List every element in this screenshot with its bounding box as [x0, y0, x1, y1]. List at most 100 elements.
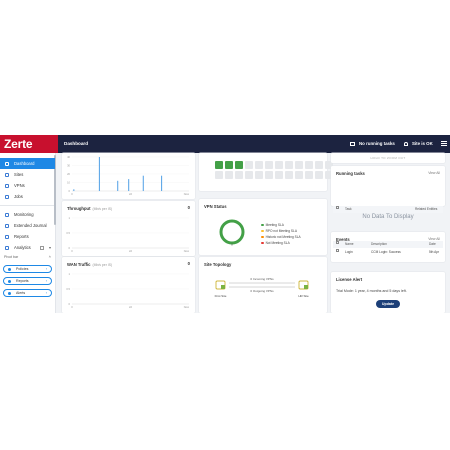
tasks-icon [350, 141, 355, 146]
dashboard-icon [5, 161, 9, 166]
column-header[interactable]: Related Entities [415, 206, 437, 213]
site-topology-diagram: 0 Incoming VPNs 0 Outgoing VPNs First Si… [215, 277, 309, 298]
table-row[interactable]: Login CCM Login: Success 5th Apr [333, 249, 443, 256]
hr-site-badge [304, 285, 308, 289]
site-status-square[interactable] [245, 171, 253, 179]
alerts-icon [8, 292, 11, 295]
bar [142, 175, 144, 191]
pivot-bar-label[interactable]: Pivot bar ˄ [0, 253, 55, 261]
column-header[interactable]: Name [345, 241, 354, 248]
sidebar-item-label: Jobs [14, 194, 23, 199]
event-date: 5th Apr [429, 250, 440, 254]
site-status-square[interactable] [315, 171, 323, 179]
sidebar-item-reports[interactable]: Reports [0, 231, 55, 242]
sidebar-item-analytics[interactable]: Analytics ▾ [0, 242, 55, 253]
first-site-label: First Site [215, 294, 227, 298]
site-status-square[interactable] [295, 161, 303, 169]
map-card[interactable]: HOLD TO ZOOM OUT [331, 153, 445, 163]
site-status-square[interactable] [315, 161, 323, 169]
outgoing-vpn-label: 0 Outgoing VPNs [250, 289, 274, 293]
site-status-square[interactable] [215, 161, 223, 169]
site-status-square[interactable] [285, 161, 293, 169]
running-tasks-title: Running tasks [336, 171, 365, 176]
update-license-button[interactable]: Update [376, 300, 400, 308]
tasks-label: No running tasks [359, 141, 395, 146]
chevron-right-icon: › [45, 279, 47, 283]
legend-label: Historic not Meeting SLA [265, 235, 301, 239]
reports-icon [8, 280, 11, 283]
external-link-icon [40, 245, 44, 250]
legend-label: Meeting SLA [265, 223, 284, 227]
sidebar-item-sites[interactable]: Sites [0, 169, 55, 180]
site-status-square[interactable] [265, 161, 273, 169]
sidebar-item-jobs[interactable]: Jobs [0, 191, 55, 202]
vpn-status-donut[interactable]: 0 [217, 217, 247, 247]
wan-traffic-chart: 10.500 2d Now [66, 272, 189, 309]
sidebar-divider [0, 205, 55, 206]
pill-alerts[interactable]: Alerts › [3, 289, 52, 297]
site-status-square[interactable] [255, 161, 263, 169]
site-status-square[interactable] [255, 171, 263, 179]
monitoring-icon [5, 212, 9, 217]
vpn-donut-ring [219, 219, 245, 245]
throughput-chart: 10.500 2d Now [66, 216, 189, 253]
y-tick-label: 30 [67, 164, 70, 168]
sidebar-item-monitoring[interactable]: Monitoring [0, 209, 55, 220]
site-topology-card: Site Topology 0 Incoming VPNs 0 Outgoing… [199, 257, 327, 313]
site-status-square[interactable] [265, 171, 273, 179]
sidebar-item-label: Monitoring [14, 212, 34, 217]
site-status-square[interactable] [225, 171, 233, 179]
x-tick-label: 2d [129, 305, 132, 309]
site-status-square[interactable] [305, 171, 313, 179]
pill-reports[interactable]: Reports › [3, 277, 52, 285]
x-tick-label: Now [184, 192, 189, 196]
hr-site-label: HR Site [298, 294, 309, 298]
site-status-square[interactable] [305, 161, 313, 169]
x-tick-label: 0 [71, 249, 73, 253]
site-status-square[interactable] [235, 171, 243, 179]
legend-label: Not Meeting SLA [265, 241, 290, 245]
legend-swatch [261, 235, 264, 239]
bar [117, 180, 119, 191]
pill-label: Alerts [16, 291, 26, 295]
sidebar-item-extended-journal[interactable]: Extended Journal [0, 220, 55, 231]
sites-icon [5, 172, 9, 177]
site-status-square[interactable] [295, 171, 303, 179]
sidebar-item-vpns[interactable]: VPNs [0, 180, 55, 191]
incoming-vpn-label: 0 Incoming VPNs [250, 277, 274, 281]
running-tasks-button[interactable]: No running tasks [350, 135, 395, 153]
throughput-card: Throughput (Mb/s per IS) 0 1 0.5 0 0 2d Now [62, 201, 195, 256]
sidebar-item-label: Extended Journal [14, 223, 47, 228]
bar [98, 157, 100, 191]
chevron-down-icon: ▾ [48, 245, 51, 250]
y-tick-label: 0 [69, 189, 71, 193]
column-header[interactable]: Date [429, 241, 436, 248]
hamburger-icon[interactable] [441, 141, 447, 146]
bar [161, 175, 163, 191]
site-status-square[interactable] [285, 171, 293, 179]
site-status-square[interactable] [275, 171, 283, 179]
running-tasks-view-all[interactable]: View All [428, 171, 440, 175]
chevron-right-icon: › [45, 267, 47, 271]
column-header[interactable]: Description [371, 241, 387, 248]
vpn-status-card: VPN Status 0 Meeting SLA RPO not Meeting … [199, 199, 327, 255]
x-tick-label: Now [184, 249, 189, 253]
legend-swatch [261, 229, 264, 233]
legend-swatch [261, 223, 264, 227]
pill-policies[interactable]: Policies › [3, 265, 52, 273]
column-header[interactable]: Task [345, 206, 352, 213]
site-status-square[interactable] [225, 161, 233, 169]
y-tick-label: 40 [67, 155, 70, 159]
site-status-square[interactable] [215, 171, 223, 179]
site-status-square[interactable] [245, 161, 253, 169]
wan-traffic-card: WAN Traffic (Mb/s per IS) 0 1 0.5 0 0 2d Now [62, 257, 195, 313]
site-status-square[interactable] [275, 161, 283, 169]
running-tasks-empty-state: No Data To Display [362, 214, 414, 220]
site-status-button[interactable]: Site is OK [404, 135, 433, 153]
site-status-square[interactable] [235, 161, 243, 169]
running-tasks-card: Running tasks View All [331, 166, 445, 206]
sidebar-item-dashboard[interactable]: Dashboard [0, 158, 55, 169]
y-tick-label: 0.5 [66, 231, 70, 235]
jobs-icon [5, 194, 9, 199]
brand-logo[interactable]: Zerte [0, 135, 58, 153]
